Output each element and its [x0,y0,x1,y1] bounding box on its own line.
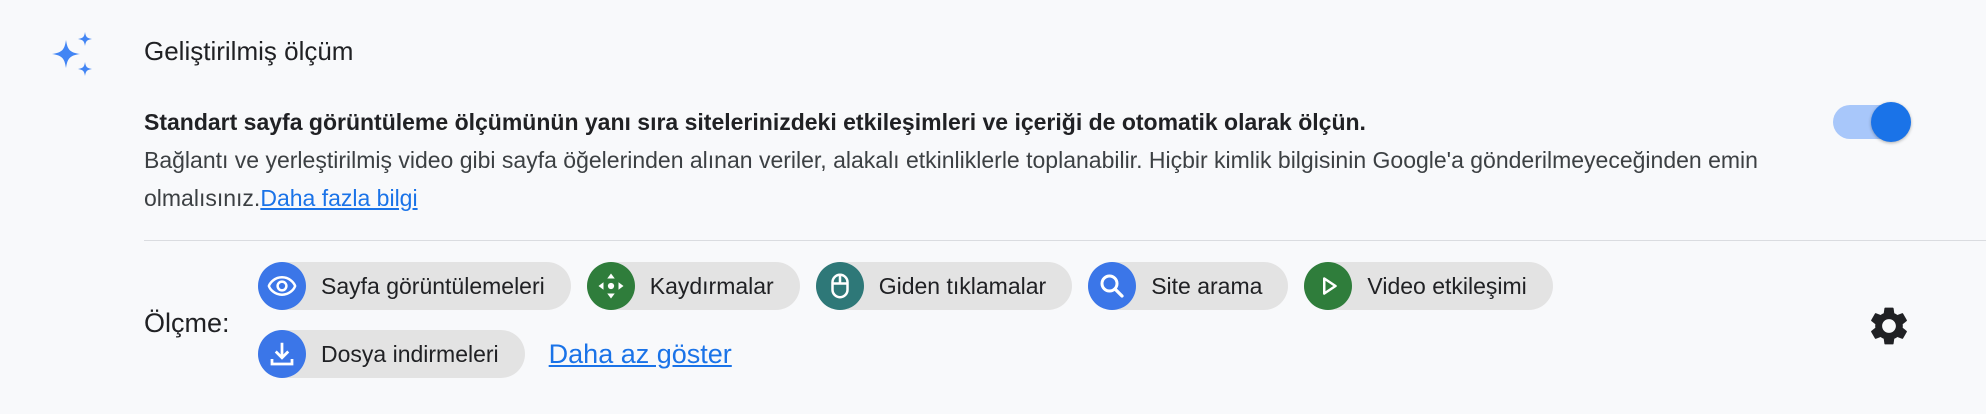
download-icon [258,330,306,378]
chip-label: Sayfa görüntülemeleri [321,272,545,299]
chip-row: Dosya indirmeleri Daha az göster [258,330,1708,378]
chip-video-engagement[interactable]: Video etkileşimi [1304,262,1553,310]
chip-scrolls[interactable]: Kaydırmalar [586,262,800,310]
chip-site-search[interactable]: Site arama [1088,262,1289,310]
enhanced-measurement-card: Geliştirilmiş ölçüm Standart sayfa görün… [0,0,1986,414]
gear-icon[interactable] [1866,303,1912,349]
play-icon [1304,262,1353,310]
chip-page-views[interactable]: Sayfa görüntülemeleri [258,262,571,310]
show-less-link[interactable]: Daha az göster [549,339,732,370]
learn-more-link[interactable]: Daha fazla bilgi [260,185,417,211]
scroll-arrows-icon [586,262,635,310]
toggle-knob [1871,102,1911,142]
chip-label: Site arama [1151,272,1263,299]
mouse-icon [815,262,864,310]
section-description: Standart sayfa görüntüleme ölçümünün yan… [144,103,1824,217]
enhanced-measurement-toggle[interactable] [1833,102,1911,142]
chip-label: Dosya indirmeleri [321,340,499,367]
measure-chips: Sayfa görüntülemeleri Kaydırmalar Giden … [258,262,1708,398]
search-icon [1088,262,1137,310]
chip-outbound-clicks[interactable]: Giden tıklamalar [815,262,1073,310]
chip-label: Kaydırmalar [649,272,774,299]
chip-file-downloads[interactable]: Dosya indirmeleri [258,330,525,378]
chip-label: Video etkileşimi [1367,272,1527,299]
section-title: Geliştirilmiş ölçüm [144,36,354,66]
chip-row: Sayfa görüntülemeleri Kaydırmalar Giden … [258,262,1708,310]
sparkle-icon [52,32,92,76]
description-bold: Standart sayfa görüntüleme ölçümünün yan… [144,109,1366,135]
divider [144,240,1986,241]
chip-label: Giden tıklamalar [878,272,1047,299]
measure-label: Ölçme: [144,308,230,338]
eye-icon [258,262,306,310]
